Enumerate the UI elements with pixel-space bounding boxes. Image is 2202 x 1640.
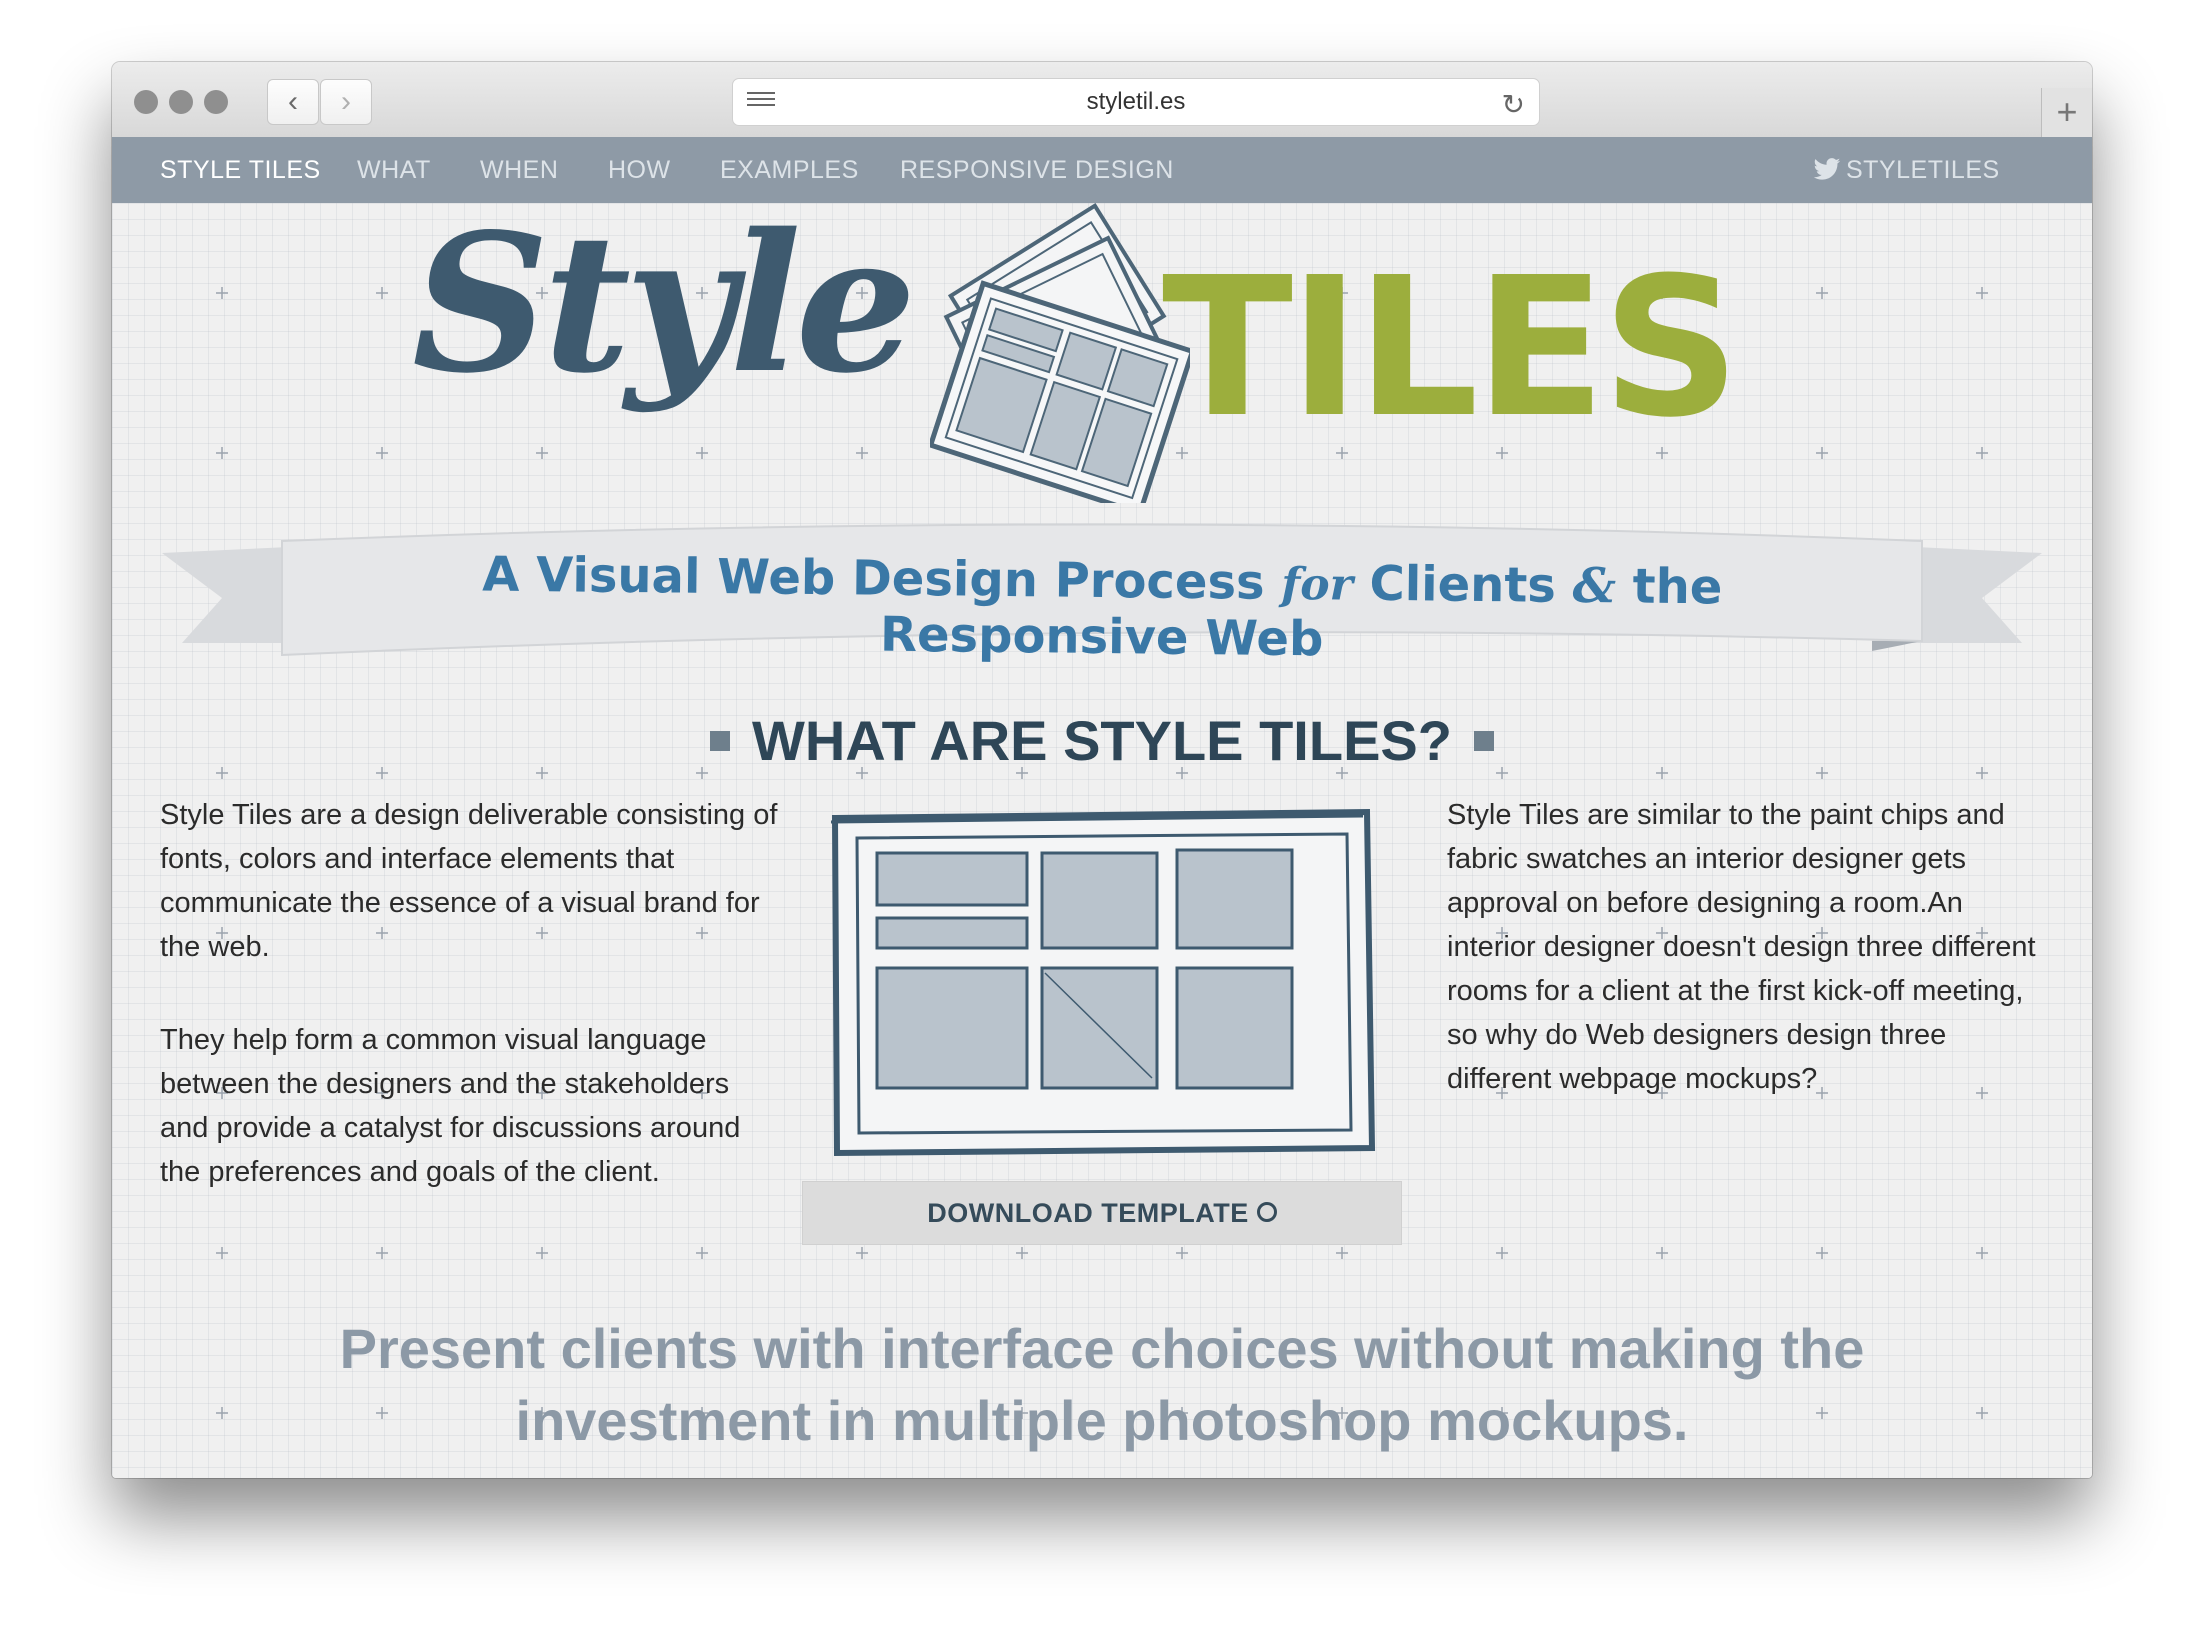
back-button[interactable]: ‹	[267, 79, 319, 125]
download-circle-icon	[1256, 1201, 1277, 1222]
grid-plus-marker	[1816, 447, 1828, 459]
logo-tiles-word: TILES	[1162, 237, 1740, 460]
right-paragraph-1: Style Tiles are similar to the paint chi…	[1447, 799, 2036, 1095]
grid-plus-marker	[376, 287, 388, 299]
grid-plus-marker	[216, 447, 228, 459]
grid-plus-marker	[216, 287, 228, 299]
grid-plus-marker	[1816, 287, 1828, 299]
grid-plus-marker	[1976, 1407, 1988, 1419]
grid-plus-marker	[1816, 1247, 1828, 1259]
left-paragraph-2: They help form a common visual language …	[160, 1024, 741, 1188]
new-tab-button[interactable]: +	[2041, 88, 2092, 138]
page-content: Style TILES A Visual Web Design Process …	[112, 203, 2092, 1478]
pitch-statement: Present clients with interface choices w…	[312, 1313, 1892, 1457]
address-bar[interactable]: styletil.es ↻	[732, 78, 1540, 126]
twitter-link[interactable]: STYLETILES	[1812, 137, 2000, 203]
tagline-part1: A Visual Web Design Process	[481, 546, 1265, 611]
grid-plus-marker	[376, 447, 388, 459]
grid-plus-marker	[696, 1247, 708, 1259]
grid-plus-marker	[536, 447, 548, 459]
tagline-for: for	[1281, 558, 1354, 611]
grid-plus-marker	[1976, 1247, 1988, 1259]
section-title-text: WHAT ARE STYLE TILES?	[752, 709, 1452, 772]
url-text: styletil.es	[1086, 88, 1186, 115]
grid-plus-marker	[696, 447, 708, 459]
grid-plus-marker	[1336, 1247, 1348, 1259]
pitch-line-2: investment in multiple photoshop mockups…	[515, 1389, 1689, 1452]
zoom-window-button[interactable]	[204, 90, 228, 114]
browser-window: ‹ › styletil.es ↻ + STYLE TILES WHAT WHE…	[112, 62, 2092, 1478]
style-tile-sketch	[830, 808, 1376, 1157]
bullet-square-icon	[1473, 731, 1494, 752]
section-title: WHAT ARE STYLE TILES?	[112, 708, 2092, 773]
download-label: DOWNLOAD TEMPLATE	[927, 1198, 1249, 1228]
grid-plus-marker	[1656, 1247, 1668, 1259]
tagline-amp: &	[1572, 557, 1617, 615]
reload-icon[interactable]: ↻	[1502, 88, 1525, 121]
minimize-window-button[interactable]	[169, 90, 193, 114]
grid-plus-marker	[216, 1247, 228, 1259]
grid-plus-marker	[1976, 287, 1988, 299]
twitter-bird-icon	[1813, 158, 1841, 180]
logo-tiles-illustration	[930, 203, 1190, 503]
grid-plus-marker	[856, 1247, 868, 1259]
close-window-button[interactable]	[134, 90, 158, 114]
twitter-label: STYLETILES	[1846, 156, 2000, 184]
download-template-button[interactable]: DOWNLOAD TEMPLATE	[802, 1181, 1402, 1245]
tagline-part2: Clients	[1369, 555, 1557, 614]
nav-item-style-tiles[interactable]: STYLE TILES	[160, 137, 321, 203]
nav-item-responsive-design[interactable]: RESPONSIVE DESIGN	[900, 137, 1174, 203]
browser-toolbar: ‹ › styletil.es ↻ +	[112, 62, 2092, 138]
grid-plus-marker	[376, 1247, 388, 1259]
forward-button[interactable]: ›	[320, 79, 372, 125]
grid-plus-marker	[536, 1247, 548, 1259]
grid-plus-marker	[1016, 1247, 1028, 1259]
pitch-line-1: Present clients with interface choices w…	[339, 1317, 1865, 1380]
grid-plus-marker	[1976, 447, 1988, 459]
left-paragraph-1: Style Tiles are a design deliverable con…	[160, 799, 778, 963]
logo-style-word: Style	[412, 192, 916, 415]
plus-icon: +	[2056, 91, 2078, 132]
chevron-left-icon: ‹	[288, 85, 298, 118]
tagline: A Visual Web Design Process for Clients …	[321, 545, 1882, 673]
grid-plus-marker	[1176, 1247, 1188, 1259]
grid-plus-marker	[856, 447, 868, 459]
bullet-square-icon	[710, 731, 730, 752]
grid-plus-marker	[216, 1407, 228, 1419]
chevron-right-icon: ›	[341, 85, 351, 118]
site-nav: STYLE TILES WHAT WHEN HOW EXAMPLES RESPO…	[112, 137, 2092, 203]
grid-plus-marker	[1496, 1247, 1508, 1259]
